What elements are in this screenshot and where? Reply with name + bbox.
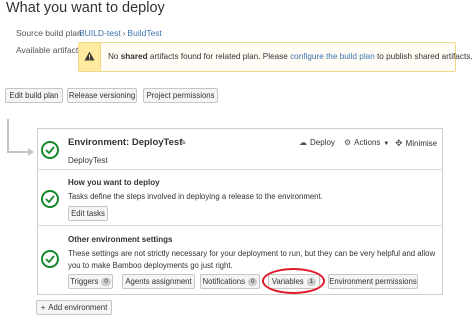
environment-panel: Environment: DeployTest ✎ DeployTest ☁ De… xyxy=(37,128,443,295)
check-icon xyxy=(41,250,59,268)
deploy-label: Deploy xyxy=(310,138,335,147)
gear-icon: ⚙ xyxy=(344,138,352,147)
settings-section-title: Other environment settings xyxy=(68,235,173,244)
environment-header: Environment: DeployTest ✎ DeployTest ☁ De… xyxy=(38,129,442,170)
notifications-count-badge: 0 xyxy=(247,278,258,286)
settings-section: Other environment settings These setting… xyxy=(38,226,442,294)
triggers-count-badge: 0 xyxy=(101,278,111,286)
build-link[interactable]: BuildTest xyxy=(127,28,162,38)
project-permissions-button[interactable]: Project permissions xyxy=(143,88,218,103)
deploy-section: How you want to deploy Tasks define the … xyxy=(38,170,442,226)
warning-text-pre: No xyxy=(108,52,121,61)
pencil-icon[interactable]: ✎ xyxy=(179,137,187,148)
warning-text-bold: shared xyxy=(120,52,148,61)
connector-arrow-icon xyxy=(28,148,34,156)
warning-text-mid: artifacts found for related plan. Please xyxy=(147,52,291,61)
agents-assignment-button[interactable]: Agents assignment xyxy=(122,274,195,289)
deploy-icon: ☁ xyxy=(299,138,307,147)
check-icon xyxy=(41,141,59,159)
edit-build-plan-button[interactable]: Edit build plan xyxy=(5,88,63,103)
chevron-down-icon: ▼ xyxy=(383,141,390,147)
connector-line-horizontal xyxy=(7,151,29,153)
page-title: What you want to deploy xyxy=(6,0,165,16)
add-environment-label: Add environment xyxy=(48,303,108,312)
artifacts-warning: No shared artifacts found for related pl… xyxy=(78,42,473,72)
triggers-label: Triggers xyxy=(70,277,99,286)
breadcrumb-separator: › xyxy=(122,28,126,38)
environment-name: DeployTest xyxy=(68,156,108,165)
add-environment-button[interactable]: + Add environment xyxy=(36,300,112,315)
notifications-label: Notifications xyxy=(202,277,245,286)
plus-icon: + xyxy=(40,303,46,312)
check-icon xyxy=(41,190,59,208)
actions-dropdown[interactable]: ⚙ Actions ▼ xyxy=(344,138,389,147)
notifications-button[interactable]: Notifications 0 xyxy=(200,274,260,289)
source-build-plan-label: Source build plan xyxy=(16,28,82,38)
variables-highlight-circle xyxy=(262,268,325,294)
release-versioning-button[interactable]: Release versioning xyxy=(67,88,137,103)
configure-build-plan-link[interactable]: configure the build plan xyxy=(290,52,375,61)
connector-line-vertical xyxy=(7,119,9,153)
available-artifacts-label: Available artifacts xyxy=(16,45,83,55)
environment-title: Environment: DeployTest xyxy=(68,137,183,148)
deploy-section-description: Tasks define the steps involved in deplo… xyxy=(68,192,323,201)
build-plan-link[interactable]: BUILD-test xyxy=(79,28,121,38)
environment-permissions-button[interactable]: Environment permissions xyxy=(328,274,418,289)
edit-tasks-button[interactable]: Edit tasks xyxy=(68,206,108,221)
deploy-action[interactable]: ☁ Deploy xyxy=(299,138,335,147)
warning-text-post: to publish shared artifacts. xyxy=(374,52,473,61)
minimise-icon: ✥ xyxy=(395,138,403,148)
settings-section-description: These settings are not strictly necessar… xyxy=(68,249,436,270)
warning-message: No shared artifacts found for related pl… xyxy=(108,52,473,61)
triggers-button[interactable]: Triggers 0 xyxy=(68,274,113,289)
minimise-label: Minimise xyxy=(405,139,438,148)
warning-icon xyxy=(79,43,101,71)
deploy-section-title: How you want to deploy xyxy=(68,178,160,187)
minimise-action[interactable]: ✥ Minimise xyxy=(395,138,437,149)
breadcrumb: BUILD-test › BuildTest xyxy=(79,28,162,38)
actions-label: Actions xyxy=(354,138,381,147)
